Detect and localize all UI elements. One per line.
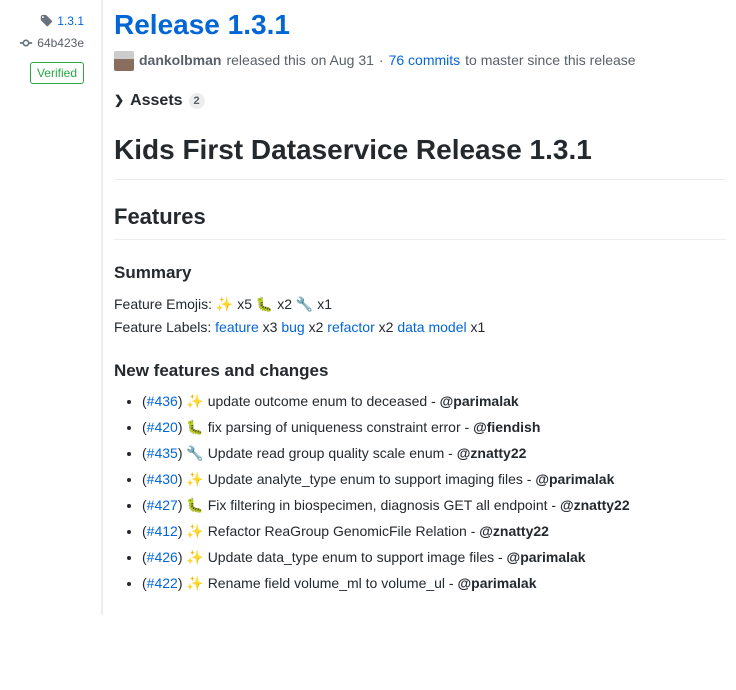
meta-separator: · <box>379 50 384 71</box>
release-title-link[interactable]: Release 1.3.1 <box>114 9 290 40</box>
chevron-right-icon: ❯ <box>114 91 124 109</box>
list-item: (#427) 🐛 Fix filtering in biospecimen, d… <box>142 495 726 516</box>
issue-link[interactable]: #430 <box>147 471 178 487</box>
author-link[interactable]: dankolbman <box>139 50 221 71</box>
commits-suffix: to master since this release <box>465 50 635 71</box>
release-meta: dankolbman released this on Aug 31 · 76 … <box>114 50 726 71</box>
author-mention[interactable]: @parimalak <box>535 471 614 487</box>
list-item: (#426) ✨ Update data_type enum to suppor… <box>142 547 726 568</box>
label-link[interactable]: feature <box>215 319 259 335</box>
author-mention[interactable]: @parimalak <box>507 549 586 565</box>
issue-link[interactable]: #426 <box>147 549 178 565</box>
summary-heading: Summary <box>114 260 726 286</box>
author-mention[interactable]: @parimalak <box>457 575 536 591</box>
new-features-heading: New features and changes <box>114 358 726 384</box>
commit-icon <box>19 36 33 50</box>
tag-link[interactable]: 1.3.1 <box>57 12 84 30</box>
features-heading: Features <box>114 200 726 240</box>
issue-link[interactable]: #412 <box>147 523 178 539</box>
author-mention[interactable]: @fiendish <box>473 419 540 435</box>
tag-icon <box>39 14 53 28</box>
release-date: on Aug 31 <box>311 50 374 71</box>
label-link[interactable]: data model <box>397 319 466 335</box>
feature-labels-line: Feature Labels: feature x3 bug x2 refact… <box>114 317 726 338</box>
list-item: (#420) 🐛 fix parsing of uniqueness const… <box>142 417 726 438</box>
release-title: Release 1.3.1 <box>114 4 726 46</box>
issue-link[interactable]: #436 <box>147 393 178 409</box>
list-item: (#422) ✨ Rename field volume_ml to volum… <box>142 573 726 594</box>
issue-link[interactable]: #422 <box>147 575 178 591</box>
commit-link[interactable]: 64b423e <box>37 34 84 52</box>
assets-count: 2 <box>189 93 205 109</box>
issue-link[interactable]: #420 <box>147 419 178 435</box>
list-item: (#412) ✨ Refactor ReaGroup GenomicFile R… <box>142 521 726 542</box>
issue-link[interactable]: #435 <box>147 445 178 461</box>
commits-link[interactable]: 76 commits <box>389 50 461 71</box>
author-mention[interactable]: @znatty22 <box>560 497 630 513</box>
release-sidebar: 1.3.1 64b423e Verified <box>0 0 92 615</box>
assets-toggle[interactable]: ❯ Assets 2 <box>114 89 726 113</box>
verified-badge[interactable]: Verified <box>30 62 84 84</box>
release-action: released this <box>226 50 305 71</box>
assets-label: Assets <box>130 89 182 113</box>
feature-emojis-line: Feature Emojis: ✨ x5 🐛 x2 🔧 x1 <box>114 294 726 315</box>
avatar[interactable] <box>114 51 134 71</box>
label-link[interactable]: refactor <box>327 319 374 335</box>
label-link[interactable]: bug <box>281 319 304 335</box>
list-item: (#430) ✨ Update analyte_type enum to sup… <box>142 469 726 490</box>
list-item: (#435) 🔧 Update read group quality scale… <box>142 443 726 464</box>
changes-list: (#436) ✨ update outcome enum to deceased… <box>114 391 726 594</box>
author-mention[interactable]: @znatty22 <box>479 523 549 539</box>
author-mention[interactable]: @parimalak <box>440 393 519 409</box>
release-body-title: Kids First Dataservice Release 1.3.1 <box>114 129 726 180</box>
list-item: (#436) ✨ update outcome enum to deceased… <box>142 391 726 412</box>
author-mention[interactable]: @znatty22 <box>457 445 527 461</box>
issue-link[interactable]: #427 <box>147 497 178 513</box>
timeline-divider <box>92 0 108 615</box>
